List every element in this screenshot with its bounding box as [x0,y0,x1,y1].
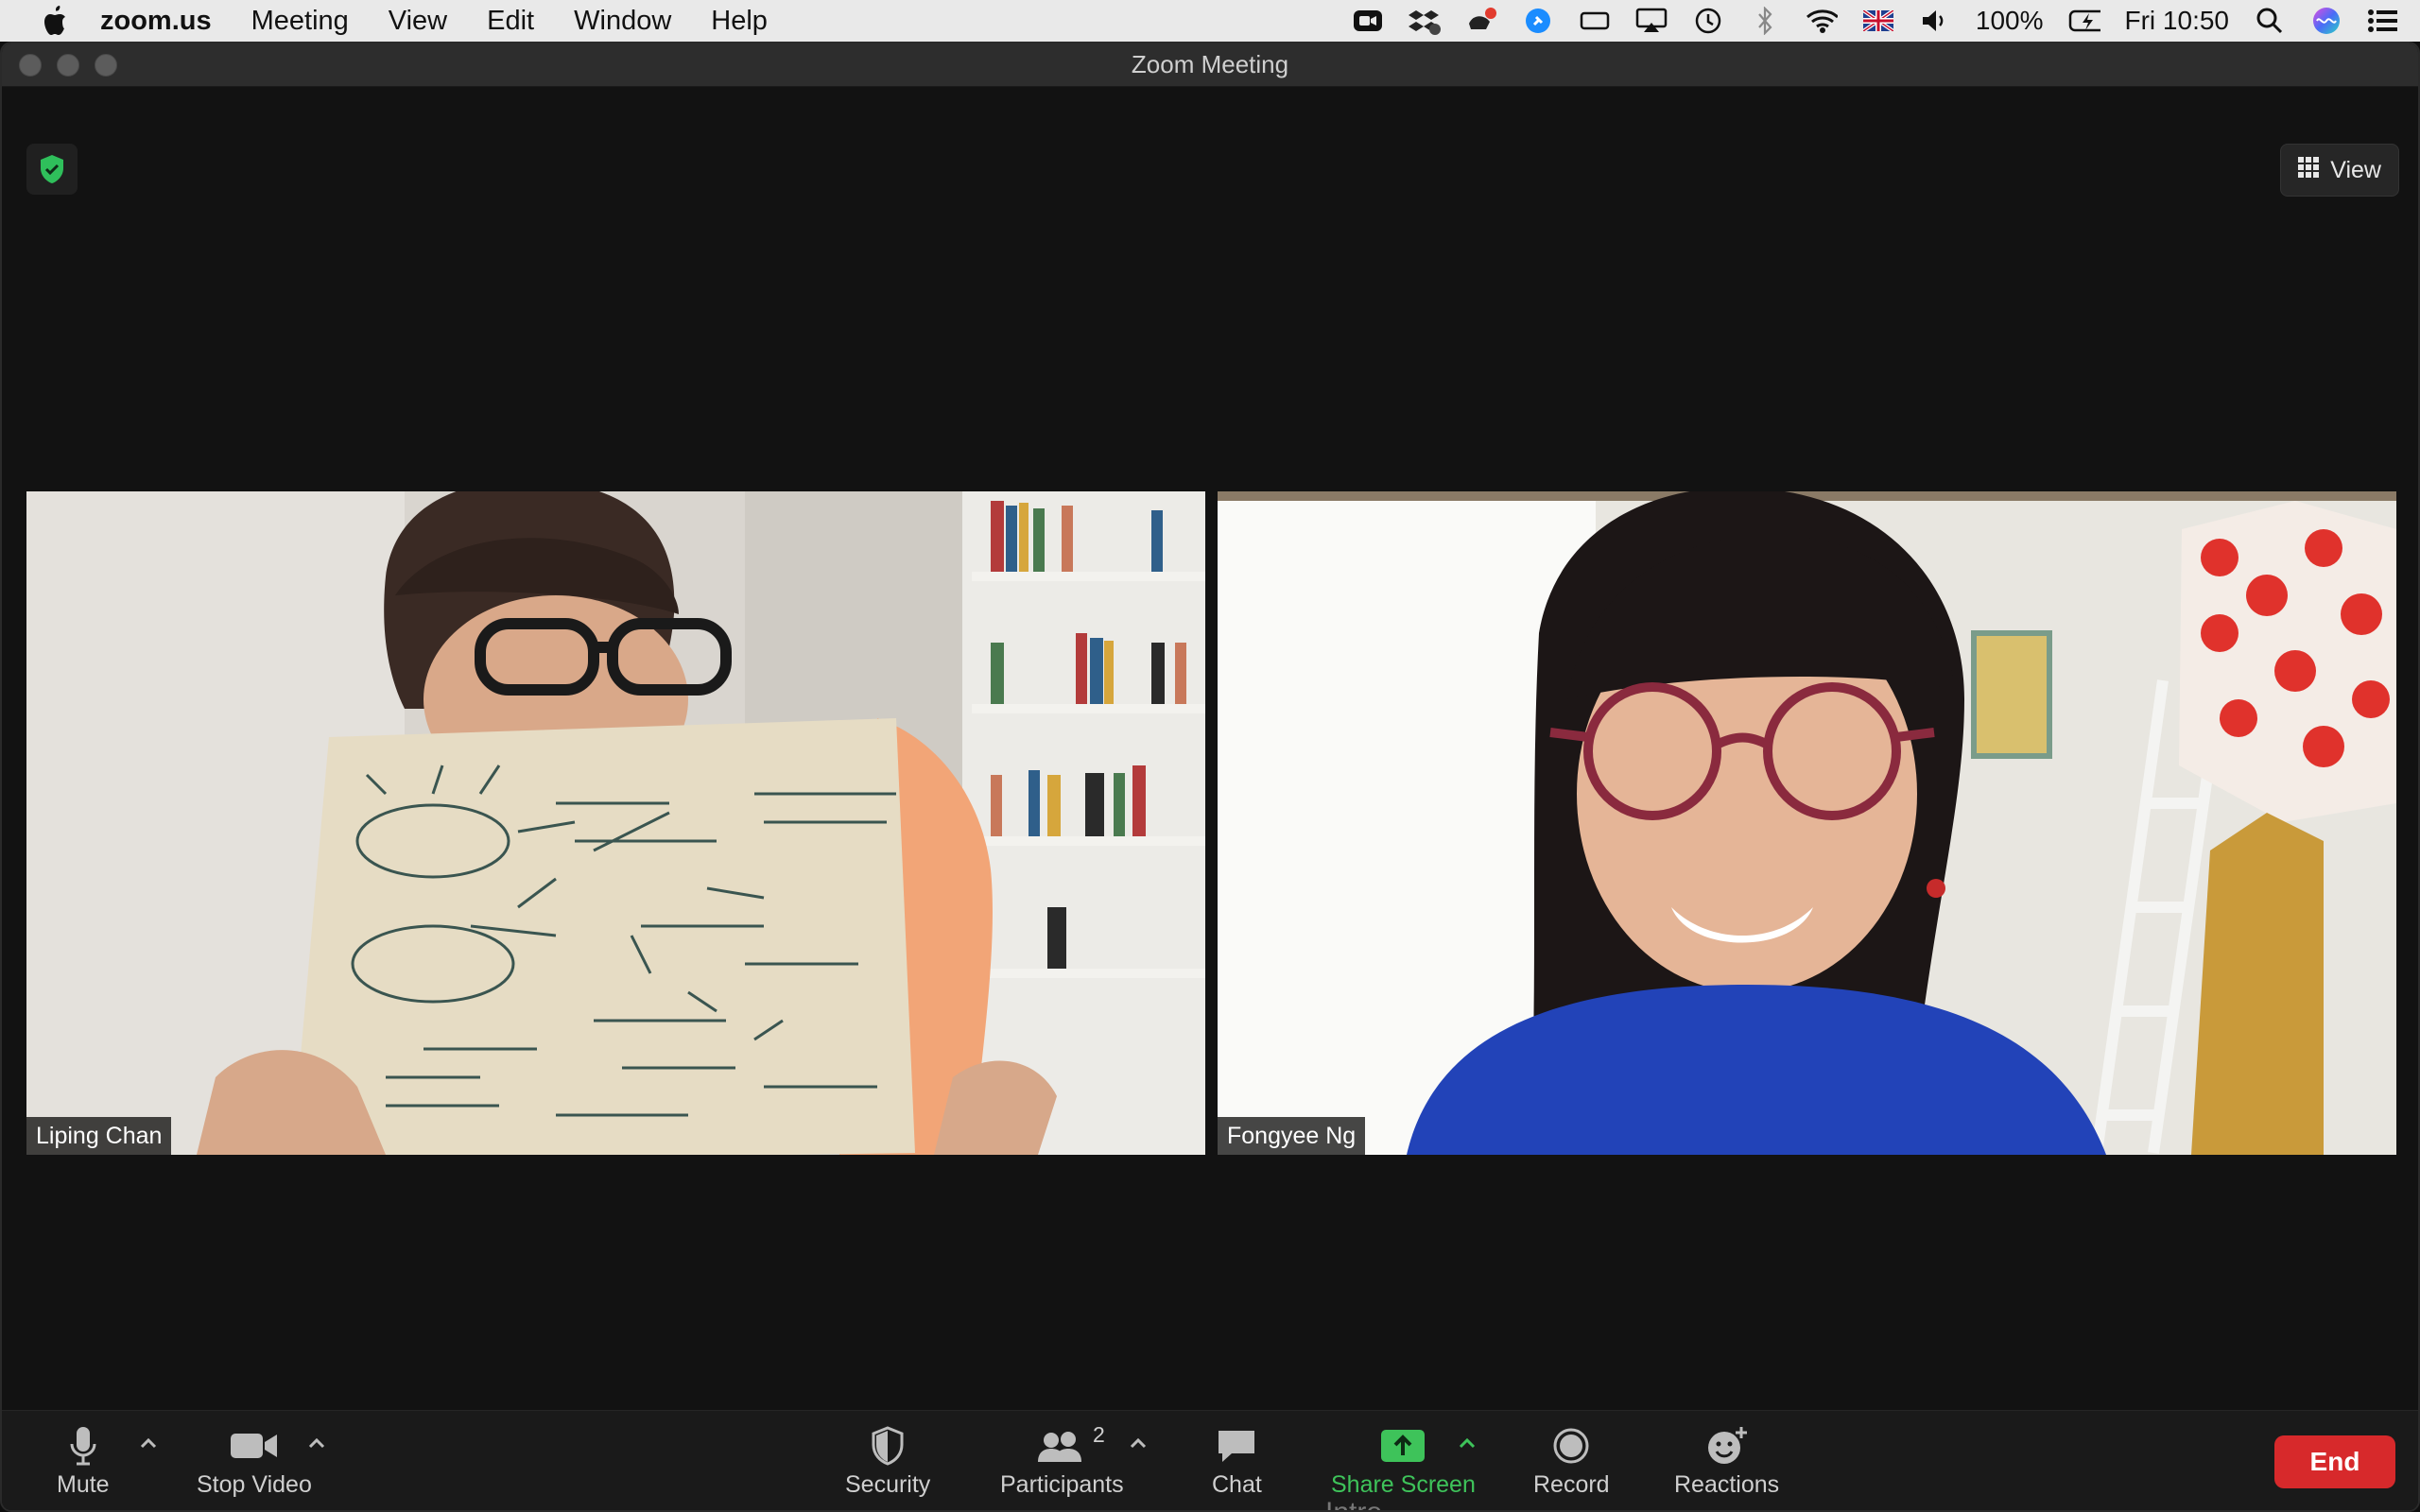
red-dress [2179,501,2396,822]
chat-label: Chat [1212,1471,1262,1498]
reactions-smiley-icon [1705,1420,1749,1471]
window-controls [19,54,117,77]
shazam-icon[interactable] [1522,7,1554,35]
title-bar: Zoom Meeting [2,43,2418,87]
menu-view[interactable]: View [389,6,447,37]
background-window-text: Intro [1325,1497,1382,1510]
microphone-icon [69,1420,97,1471]
paper-mindmap [291,718,915,1155]
reactions-label: Reactions [1674,1471,1780,1498]
meeting-toolbar: Mute Stop Video Security 2 Participants … [2,1410,2418,1510]
notification-center-icon[interactable] [2367,7,2399,35]
chat-button[interactable]: Chat [1212,1420,1262,1499]
siri-icon[interactable] [2310,7,2342,35]
end-meeting-button[interactable]: End [2274,1435,2395,1488]
video-tile-fongyee[interactable]: Fongyee Ng [1218,491,2396,1155]
audio-options-chevron-up-icon[interactable] [137,1432,160,1454]
menu-window[interactable]: Window [574,6,671,37]
security-shield-icon [870,1420,906,1471]
view-button-label: View [2330,156,2381,183]
share-screen-button[interactable]: Share Screen [1331,1420,1476,1499]
menu-clock[interactable]: Fri 10:50 [2125,6,2230,36]
bluetooth-icon[interactable] [1749,7,1781,35]
volume-icon[interactable] [1919,7,1951,35]
reactions-button[interactable]: Reactions [1674,1420,1779,1499]
menu-edit[interactable]: Edit [487,6,534,37]
meeting-stage: View Liping Chan Fongyee Ng [2,87,2418,1438]
wifi-icon[interactable] [1806,7,1838,35]
security-button[interactable]: Security [845,1420,930,1499]
battery-icon[interactable] [2068,7,2100,35]
chat-bubble-icon [1215,1420,1258,1471]
share-screen-label: Share Screen [1331,1471,1476,1498]
participant-video-feed [26,491,1205,1155]
view-button[interactable]: View [2280,144,2399,197]
time-machine-icon[interactable] [1692,7,1724,35]
spotlight-search-icon[interactable] [2254,7,2286,35]
uk-flag-icon[interactable] [1862,7,1894,35]
airplay-icon[interactable] [1635,7,1668,35]
participants-button[interactable]: 2 Participants [1000,1420,1124,1499]
stop-video-label: Stop Video [197,1471,312,1498]
share-screen-icon [1380,1420,1426,1471]
participants-label: Participants [1000,1471,1124,1498]
grid-icon [2298,156,2320,184]
security-label: Security [845,1471,931,1498]
record-button[interactable]: Record [1533,1420,1610,1499]
dropbox-icon[interactable] [1408,7,1441,35]
notification-app-icon[interactable] [1465,7,1497,35]
video-tile-liping[interactable]: Liping Chan [26,491,1205,1155]
battery-percent: 100% [1975,6,2044,35]
participant-name-tag: Liping Chan [26,1117,172,1155]
apple-icon[interactable] [36,3,72,39]
zoom-status-icon[interactable] [1352,7,1384,35]
menu-bar: zoom.us Meeting View Edit Window Help 10… [0,0,2420,42]
window-title: Zoom Meeting [1131,50,1289,78]
participant-name-tag: Fongyee Ng [1218,1117,1366,1155]
video-options-chevron-up-icon[interactable] [305,1432,328,1454]
participant-video-feed [1218,491,2396,1155]
video-camera-icon [230,1420,279,1471]
display-icon[interactable] [1579,7,1611,35]
stop-video-button[interactable]: Stop Video [197,1420,312,1499]
menu-app-name[interactable]: zoom.us [100,6,212,37]
participants-icon [1036,1420,1087,1471]
zoom-window: Zoom Meeting View Liping Chan Fongyee Ng… [0,42,2420,1512]
share-options-chevron-up-icon[interactable] [1456,1432,1478,1454]
menu-help[interactable]: Help [711,6,768,37]
participants-count: 2 [1093,1422,1105,1447]
minimize-window-button[interactable] [57,54,79,77]
menu-meeting[interactable]: Meeting [251,6,349,37]
fullscreen-window-button[interactable] [95,54,117,77]
record-icon [1552,1420,1590,1471]
status-area: 100% Fri 10:50 [1352,0,2399,42]
encryption-shield-icon[interactable] [26,144,78,195]
close-window-button[interactable] [19,54,42,77]
record-label: Record [1533,1471,1610,1498]
mute-label: Mute [57,1471,110,1498]
mute-button[interactable]: Mute [57,1420,110,1499]
participants-chevron-up-icon[interactable] [1127,1432,1150,1454]
